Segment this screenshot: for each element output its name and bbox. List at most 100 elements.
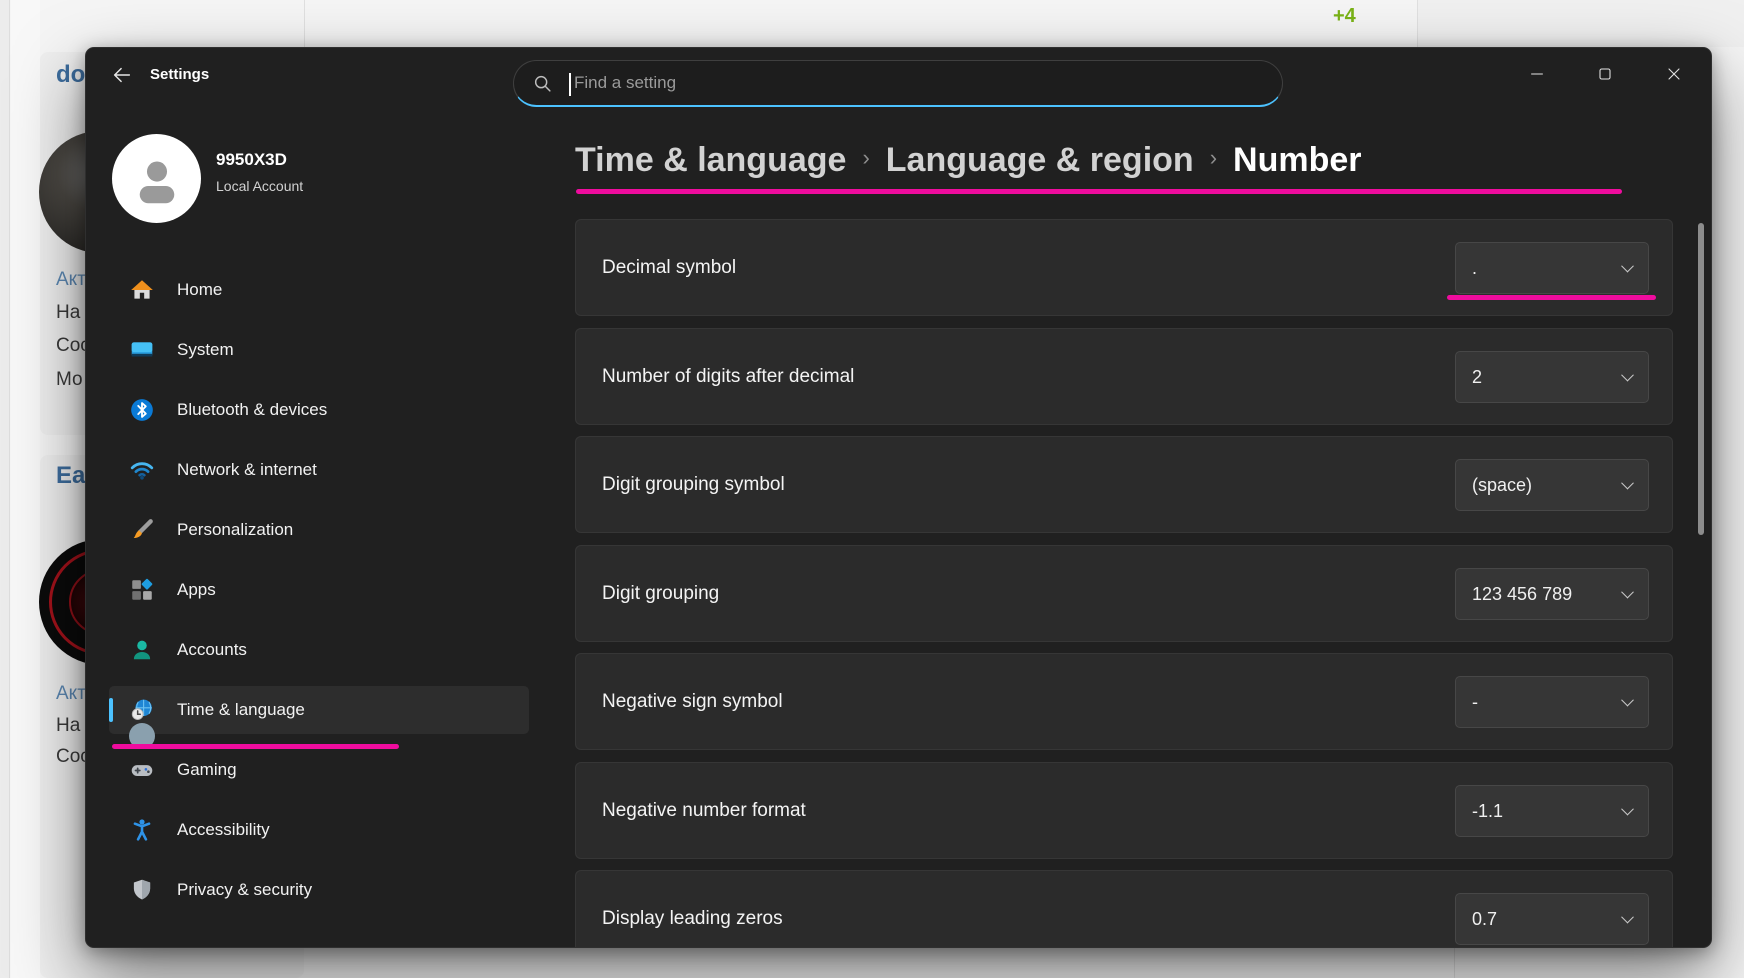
chevron-down-icon xyxy=(1621,477,1634,490)
dropdown-value: -1.1 xyxy=(1472,786,1503,836)
annotation-underline-dropdown xyxy=(1447,295,1656,300)
breadcrumb: Time & language › Language & region › Nu… xyxy=(575,138,1361,182)
chevron-down-icon xyxy=(1621,803,1634,816)
dropdown-value: - xyxy=(1472,677,1478,727)
sidebar-item-label: Time & language xyxy=(177,700,305,720)
chevron-right-icon: › xyxy=(846,145,885,171)
background-gutter xyxy=(11,0,40,978)
sidebar-item-label: System xyxy=(177,340,234,360)
decimal-symbol-dropdown[interactable]: . xyxy=(1455,242,1649,294)
setting-label: Negative number format xyxy=(602,763,806,858)
vertical-scrollbar[interactable] xyxy=(1698,223,1704,535)
system-icon xyxy=(129,337,155,363)
chevron-down-icon xyxy=(1621,369,1634,382)
sidebar-item-home[interactable]: Home xyxy=(109,266,529,314)
time-language-icon xyxy=(129,697,155,723)
setting-label: Digit grouping symbol xyxy=(602,437,785,532)
digit-grouping-symbol-dropdown[interactable]: (space) xyxy=(1455,459,1649,511)
setting-label: Display leading zeros xyxy=(602,871,783,948)
overflow-count-badge[interactable]: +4 xyxy=(1333,5,1356,28)
account-block[interactable]: 9950X3D Local Account xyxy=(112,134,512,224)
background-card-heading-link[interactable]: do xyxy=(56,61,85,89)
sidebar-nav: Home System Bluetooth & devices xyxy=(109,266,529,926)
home-icon xyxy=(129,277,155,303)
sidebar-item-label: Bluetooth & devices xyxy=(177,400,327,420)
setting-label: Negative sign symbol xyxy=(602,654,783,749)
chevron-down-icon xyxy=(1621,586,1634,599)
breadcrumb-time-language[interactable]: Time & language xyxy=(575,141,846,180)
sidebar-item-gaming[interactable]: Gaming xyxy=(109,746,529,794)
background-column-divider xyxy=(1417,0,1418,47)
dropdown-value: . xyxy=(1472,243,1477,293)
sidebar-item-label: Accounts xyxy=(177,640,247,660)
sidebar-item-apps[interactable]: Apps xyxy=(109,566,529,614)
privacy-security-icon xyxy=(129,877,155,903)
digits-after-decimal-dropdown[interactable]: 2 xyxy=(1455,351,1649,403)
text-caret xyxy=(569,73,571,96)
sidebar-item-label: Personalization xyxy=(177,520,293,540)
annotation-underline-breadcrumb xyxy=(576,189,1622,194)
personalization-icon xyxy=(129,517,155,543)
search-input[interactable] xyxy=(574,61,1254,105)
sidebar-item-personalization[interactable]: Personalization xyxy=(109,506,529,554)
apps-icon xyxy=(129,577,155,603)
network-icon xyxy=(129,457,155,483)
setting-row-negative-number-format: Negative number format -1.1 xyxy=(575,762,1673,859)
setting-row-decimal-symbol: Decimal symbol . xyxy=(575,219,1673,316)
close-button[interactable] xyxy=(1651,56,1697,92)
setting-label: Digit grouping xyxy=(602,546,719,641)
sidebar-item-label: Network & internet xyxy=(177,460,317,480)
minimize-button[interactable] xyxy=(1514,56,1560,92)
maximize-button[interactable] xyxy=(1582,56,1628,92)
account-name: 9950X3D xyxy=(216,150,287,170)
accounts-icon xyxy=(129,637,155,663)
sidebar-item-time-language[interactable]: Time & language xyxy=(109,686,529,734)
sidebar-item-system[interactable]: System xyxy=(109,326,529,374)
sidebar-item-label: Gaming xyxy=(177,760,237,780)
sidebar-item-label: Apps xyxy=(177,580,216,600)
display-leading-zeros-dropdown[interactable]: 0.7 xyxy=(1455,893,1649,945)
minimize-icon xyxy=(1527,64,1547,84)
sidebar-item-accounts[interactable]: Accounts xyxy=(109,626,529,674)
sidebar-item-label: Privacy & security xyxy=(177,880,312,900)
dropdown-value: 0.7 xyxy=(1472,894,1497,944)
setting-label: Number of digits after decimal xyxy=(602,329,854,424)
background-link[interactable]: Акт xyxy=(56,269,86,291)
person-icon xyxy=(129,151,185,207)
maximize-icon xyxy=(1595,64,1615,84)
sidebar-item-network[interactable]: Network & internet xyxy=(109,446,529,494)
sidebar: 9950X3D Local Account Home System xyxy=(86,48,529,947)
settings-window: Settings 9950X3D xyxy=(85,47,1712,948)
dropdown-value: 123 456 789 xyxy=(1472,569,1572,619)
breadcrumb-language-region[interactable]: Language & region xyxy=(886,141,1194,180)
background-link[interactable]: Акт xyxy=(56,683,86,705)
background-left-rail xyxy=(0,0,10,978)
dropdown-value: (space) xyxy=(1472,460,1532,510)
chevron-right-icon: › xyxy=(1194,145,1233,171)
sidebar-item-label: Home xyxy=(177,280,222,300)
setting-row-negative-sign-symbol: Negative sign symbol - xyxy=(575,653,1673,750)
search-box[interactable] xyxy=(513,60,1283,107)
sidebar-item-accessibility[interactable]: Accessibility xyxy=(109,806,529,854)
account-type: Local Account xyxy=(216,178,303,194)
close-icon xyxy=(1664,64,1684,84)
digit-grouping-dropdown[interactable]: 123 456 789 xyxy=(1455,568,1649,620)
sidebar-item-label: Accessibility xyxy=(177,820,270,840)
background-card-heading-link[interactable]: Ea xyxy=(56,462,85,490)
chevron-down-icon xyxy=(1621,260,1634,273)
setting-row-display-leading-zeros: Display leading zeros 0.7 xyxy=(575,870,1673,948)
annotation-underline-sidebar xyxy=(112,744,399,749)
sidebar-item-privacy-security[interactable]: Privacy & security xyxy=(109,866,529,914)
sidebar-item-bluetooth[interactable]: Bluetooth & devices xyxy=(109,386,529,434)
negative-number-format-dropdown[interactable]: -1.1 xyxy=(1455,785,1649,837)
background-column-divider xyxy=(1454,948,1455,978)
bluetooth-icon xyxy=(129,397,155,423)
setting-row-digit-grouping: Digit grouping 123 456 789 xyxy=(575,545,1673,642)
selected-indicator xyxy=(109,698,113,722)
background-top-strip xyxy=(1418,0,1744,47)
background-text: Мо xyxy=(56,369,83,391)
negative-sign-symbol-dropdown[interactable]: - xyxy=(1455,676,1649,728)
accessibility-icon xyxy=(129,817,155,843)
background-column-divider xyxy=(304,0,305,47)
breadcrumb-current-number: Number xyxy=(1233,141,1361,180)
